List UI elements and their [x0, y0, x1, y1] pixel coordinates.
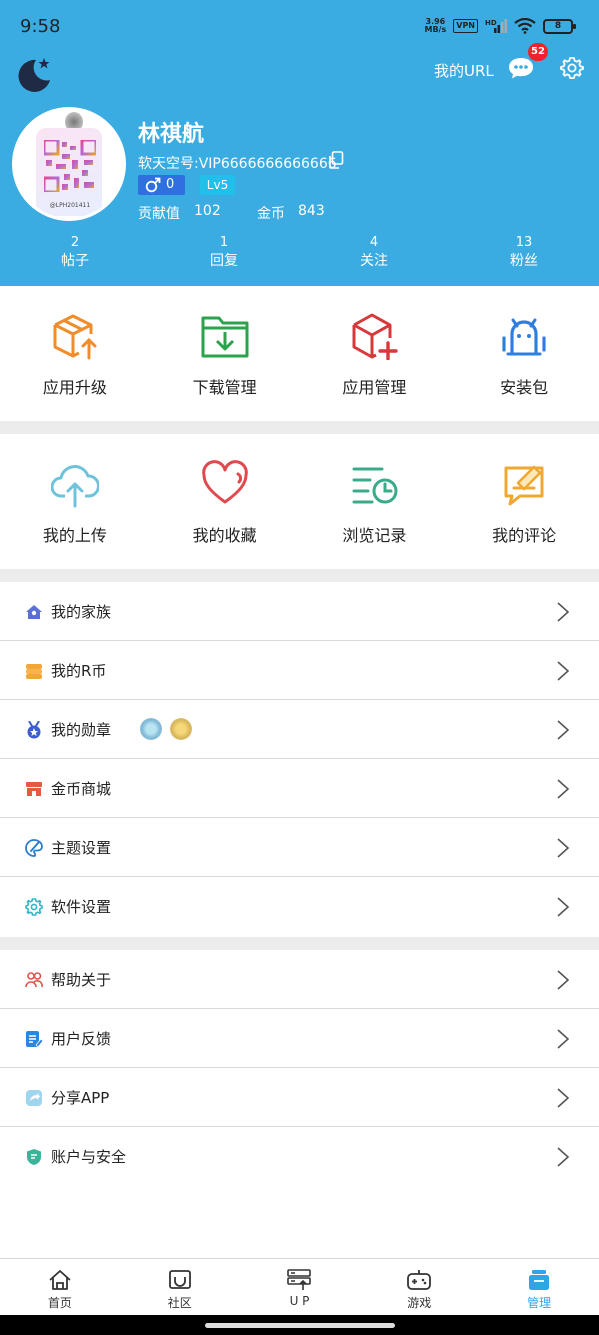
- qr-code-icon: [44, 140, 96, 192]
- history-icon: [352, 467, 398, 504]
- android-package-icon: [502, 318, 546, 356]
- grid-download-manager[interactable]: 下载管理: [150, 312, 300, 398]
- contribution-value: 102: [194, 203, 221, 219]
- male-icon: [145, 177, 161, 193]
- wifi-icon: [514, 18, 536, 34]
- home-icon: [49, 1270, 71, 1290]
- message-badge: 52: [528, 43, 548, 61]
- message-icon[interactable]: [507, 56, 535, 80]
- box-add-icon: [352, 313, 399, 360]
- coins-value: 843: [298, 203, 325, 219]
- menu-software-settings[interactable]: 软件设置: [0, 877, 599, 936]
- grid-history[interactable]: 浏览记录: [300, 460, 450, 546]
- medal-badge-icon: [140, 718, 162, 740]
- personal-grid: 我的上传 我的收藏 浏览记录 我的评论: [0, 460, 599, 546]
- copy-icon[interactable]: [328, 151, 344, 169]
- count-replies[interactable]: 1 回复: [184, 235, 264, 271]
- gender-badge: 0: [138, 175, 185, 195]
- nav-manage[interactable]: 管理: [479, 1259, 599, 1315]
- manage-icon: [529, 1270, 550, 1290]
- chevron-right-icon: [557, 602, 570, 622]
- shield-icon: [27, 1149, 41, 1165]
- grid-install-packages[interactable]: 安装包: [449, 312, 599, 398]
- contribution-label: 贡献值: [138, 206, 180, 222]
- bottom-nav: 首页 社区 U P 游戏 管理: [0, 1258, 599, 1315]
- account-id: 软天空号:VIP6666666666666: [138, 156, 337, 172]
- chevron-right-icon: [557, 720, 570, 740]
- folder-download-icon: [201, 316, 249, 358]
- community-icon: [168, 1270, 191, 1289]
- grid-my-comments[interactable]: 我的评论: [449, 460, 599, 546]
- nav-community[interactable]: 社区: [120, 1259, 240, 1315]
- menu-my-medals[interactable]: 我的勋章: [0, 700, 599, 759]
- chevron-right-icon: [557, 1147, 570, 1167]
- chevron-right-icon: [557, 970, 570, 990]
- username: 林祺航: [138, 122, 205, 147]
- avatar-tag: @LPH201411: [49, 202, 91, 209]
- avatar[interactable]: @LPH201411: [12, 107, 126, 221]
- menu-theme-settings[interactable]: 主题设置: [0, 818, 599, 877]
- chevron-right-icon: [557, 779, 570, 799]
- help-people-icon: [25, 972, 43, 988]
- menu-account-security[interactable]: 账户与安全: [0, 1127, 599, 1186]
- home-indicator[interactable]: [205, 1323, 395, 1328]
- app-tools-grid: 应用升级 下载管理 应用管理 安装包: [0, 312, 599, 398]
- box-upgrade-icon: [53, 314, 97, 360]
- heart-icon: [201, 460, 248, 504]
- grid-my-favorites[interactable]: 我的收藏: [150, 460, 300, 546]
- battery-icon: 8: [543, 18, 576, 34]
- palette-icon: [25, 839, 43, 857]
- section-divider: [0, 421, 599, 434]
- family-house-icon: [26, 605, 42, 619]
- feedback-icon: [26, 1031, 43, 1048]
- cloud-upload-icon: [50, 465, 99, 508]
- chevron-right-icon: [557, 661, 570, 681]
- status-time: 9:58: [20, 16, 61, 37]
- profile-header: 9:58 3.96 MB/s VPN HD 8 我的URL 52 @LPH201…: [0, 0, 599, 286]
- grid-my-uploads[interactable]: 我的上传: [0, 460, 150, 546]
- coins-label: 金币: [257, 206, 285, 222]
- grid-app-upgrade[interactable]: 应用升级: [0, 312, 150, 398]
- my-url-link[interactable]: 我的URL: [434, 60, 494, 81]
- chevron-right-icon: [557, 1088, 570, 1108]
- status-bar: 9:58 3.96 MB/s VPN HD 8: [0, 0, 599, 56]
- chevron-right-icon: [557, 838, 570, 858]
- level-badge: Lv5: [200, 175, 235, 195]
- nav-home[interactable]: 首页: [0, 1259, 120, 1315]
- comment-edit-icon: [504, 465, 544, 506]
- share-icon: [26, 1090, 42, 1106]
- count-fans[interactable]: 13 粉丝: [484, 235, 564, 271]
- signal-icon: HD: [485, 19, 507, 33]
- grid-app-manager[interactable]: 应用管理: [300, 312, 450, 398]
- count-posts[interactable]: 2 帖子: [35, 235, 115, 271]
- upload-server-icon: [287, 1269, 312, 1290]
- net-speed: 3.96 MB/s: [424, 17, 447, 34]
- chevron-right-icon: [557, 1029, 570, 1049]
- menu-help-about[interactable]: 帮助关于: [0, 950, 599, 1009]
- menu-my-family[interactable]: 我的家族: [0, 582, 599, 641]
- menu-share-app[interactable]: 分享APP: [0, 1068, 599, 1127]
- medal-icon: [27, 721, 41, 739]
- menu-coin-store[interactable]: 金币商城: [0, 759, 599, 818]
- count-following[interactable]: 4 关注: [334, 235, 414, 271]
- gamepad-icon: [407, 1270, 432, 1290]
- section-divider: [0, 937, 599, 950]
- coin-stack-icon: [26, 664, 42, 679]
- chevron-right-icon: [557, 897, 570, 917]
- svg-text:HD: HD: [485, 19, 497, 27]
- medal-badge-icon: [170, 718, 192, 740]
- section-divider: [0, 569, 599, 582]
- nav-games[interactable]: 游戏: [359, 1259, 479, 1315]
- store-icon: [26, 782, 42, 796]
- vpn-icon: VPN: [453, 19, 478, 33]
- menu-feedback[interactable]: 用户反馈: [0, 1009, 599, 1068]
- menu-my-rcoin[interactable]: 我的R币: [0, 641, 599, 700]
- settings-gear-icon[interactable]: [560, 56, 584, 80]
- nav-up[interactable]: U P: [240, 1259, 360, 1315]
- settings-icon: [25, 898, 43, 916]
- night-mode-icon[interactable]: [14, 54, 54, 94]
